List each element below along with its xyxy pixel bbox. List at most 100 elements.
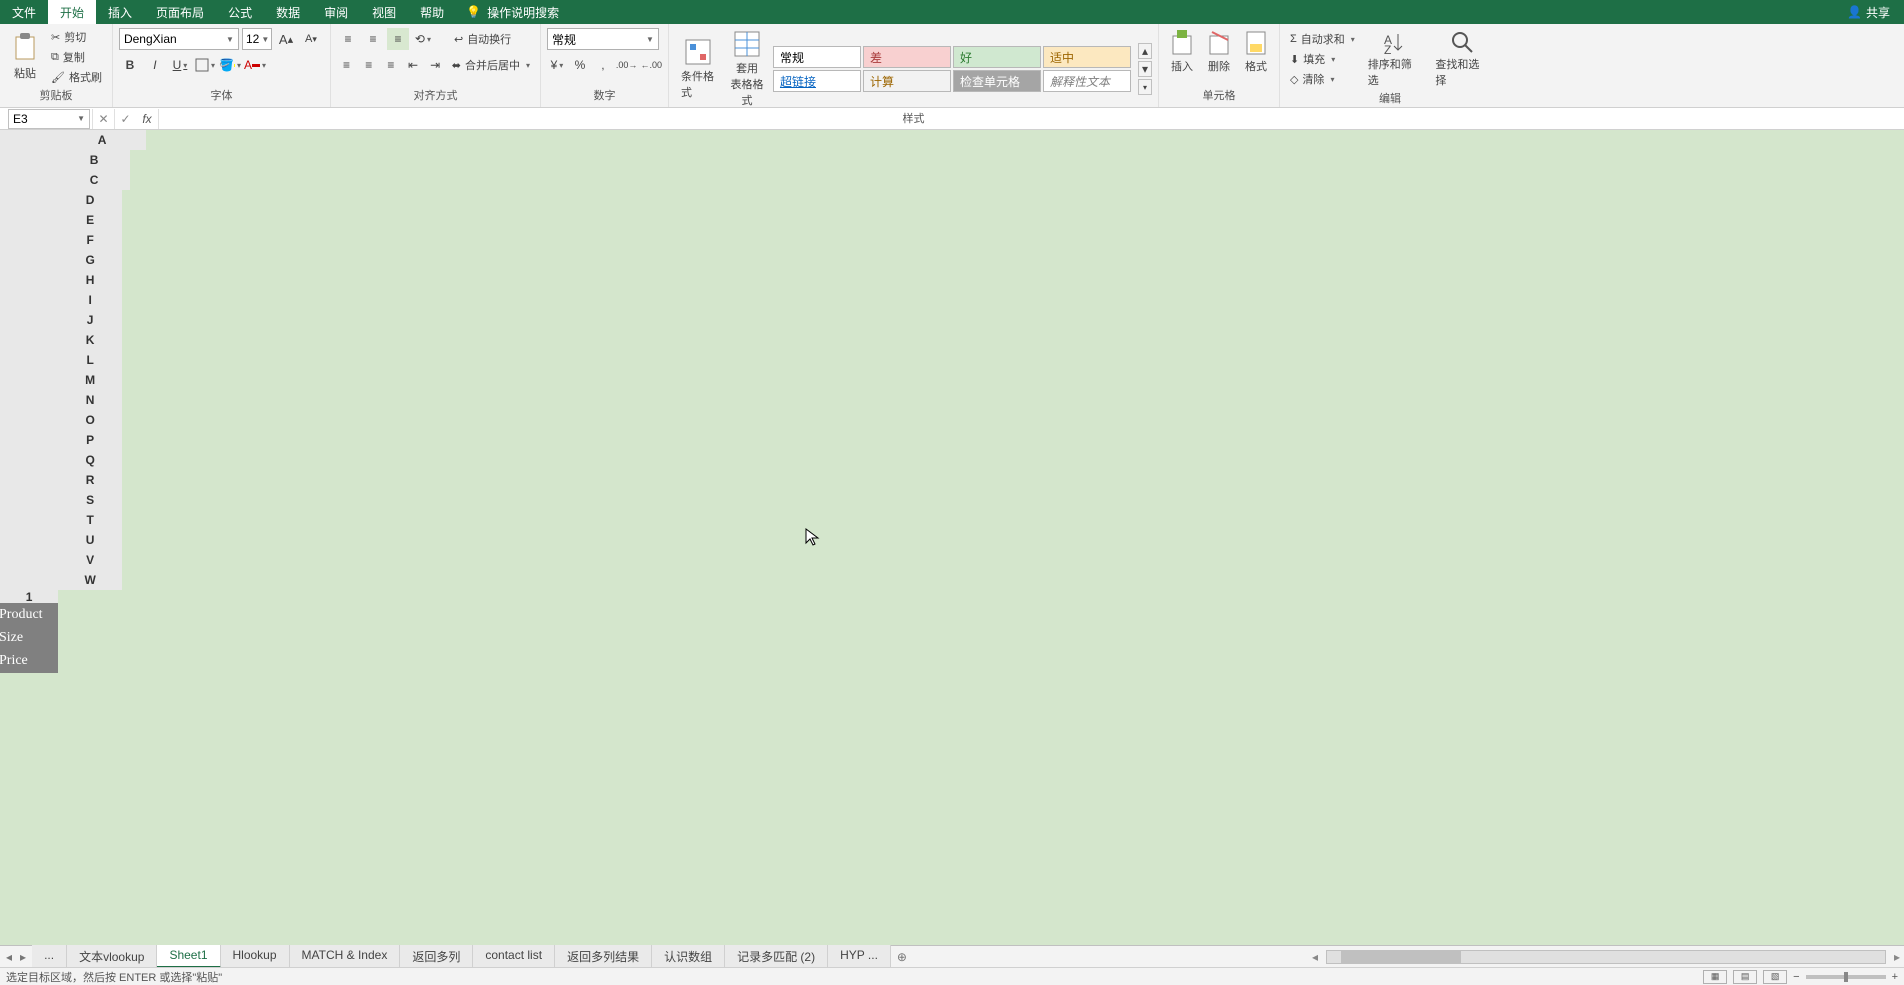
decrease-decimal-button[interactable]: ←.00: [640, 54, 662, 76]
column-header-I[interactable]: I: [58, 290, 122, 310]
cut-button[interactable]: ✂剪切: [47, 28, 106, 46]
column-header-B[interactable]: B: [58, 150, 130, 170]
menu-insert[interactable]: 插入: [96, 0, 144, 24]
column-header-V[interactable]: V: [58, 550, 122, 570]
cancel-formula-button[interactable]: ✕: [92, 109, 114, 129]
align-bottom-button[interactable]: ≡: [387, 28, 409, 50]
format-painter-button[interactable]: 🖌格式刷: [47, 68, 106, 86]
zoom-out-button[interactable]: −: [1793, 971, 1799, 983]
enter-formula-button[interactable]: ✓: [114, 109, 136, 129]
delete-cells-button[interactable]: 删除: [1202, 28, 1236, 76]
column-header-R[interactable]: R: [58, 470, 122, 490]
format-cells-button[interactable]: 格式: [1239, 28, 1273, 76]
cell-D1[interactable]: [0, 673, 58, 697]
column-header-K[interactable]: K: [58, 330, 122, 350]
view-normal-button[interactable]: ▦: [1703, 970, 1727, 984]
sort-filter-button[interactable]: AZ 排序和筛选: [1362, 28, 1427, 90]
zoom-slider[interactable]: [1806, 975, 1886, 979]
style-explanatory[interactable]: 解释性文本: [1043, 70, 1131, 92]
font-size-combo[interactable]: 12▼: [242, 28, 272, 50]
decrease-indent-button[interactable]: ⇤: [403, 54, 422, 76]
menu-data[interactable]: 数据: [264, 0, 312, 24]
orientation-button[interactable]: ⟲▾: [412, 28, 434, 50]
column-header-C[interactable]: C: [58, 170, 130, 190]
style-bad[interactable]: 差: [863, 46, 951, 68]
decrease-font-button[interactable]: A▾: [300, 28, 322, 50]
select-all-corner[interactable]: [0, 130, 58, 590]
styles-scroll-down[interactable]: ▾: [1138, 61, 1152, 77]
column-header-J[interactable]: J: [58, 310, 122, 330]
paste-button[interactable]: 粘贴: [6, 31, 44, 83]
align-top-button[interactable]: ≡: [337, 28, 359, 50]
column-header-S[interactable]: S: [58, 490, 122, 510]
autosum-button[interactable]: Σ自动求和▾: [1286, 30, 1359, 48]
insert-cells-button[interactable]: 插入: [1165, 28, 1199, 76]
sheet-tab-9[interactable]: 记录多匹配 (2): [725, 945, 828, 968]
horizontal-scrollbar[interactable]: [1326, 950, 1886, 964]
column-header-L[interactable]: L: [58, 350, 122, 370]
column-header-H[interactable]: H: [58, 270, 122, 290]
column-header-A[interactable]: A: [58, 130, 146, 150]
hscroll-left[interactable]: ◂: [1308, 950, 1322, 964]
column-header-G[interactable]: G: [58, 250, 122, 270]
clear-button[interactable]: ◇清除▾: [1286, 70, 1359, 88]
scrollbar-thumb[interactable]: [1341, 951, 1461, 963]
row-header-1[interactable]: 1: [0, 590, 58, 604]
number-format-combo[interactable]: 常规▼: [547, 28, 659, 50]
conditional-formatting-button[interactable]: 条件格式: [675, 36, 721, 102]
increase-font-button[interactable]: A▴: [275, 28, 297, 50]
column-header-D[interactable]: D: [58, 190, 122, 210]
sheet-tab-7[interactable]: 返回多列结果: [555, 945, 652, 968]
cell-E1[interactable]: [0, 697, 58, 721]
cell-A1[interactable]: Product: [0, 603, 58, 627]
sheet-tab-10[interactable]: HYP ...: [828, 945, 891, 968]
sheet-tab-0[interactable]: ...: [32, 945, 67, 968]
wrap-text-button[interactable]: ↩自动换行: [450, 30, 515, 48]
tab-nav-prev[interactable]: ▸: [20, 950, 26, 964]
style-normal[interactable]: 常规: [773, 46, 861, 68]
column-header-U[interactable]: U: [58, 530, 122, 550]
underline-button[interactable]: U▾: [169, 54, 191, 76]
column-header-Q[interactable]: Q: [58, 450, 122, 470]
copy-button[interactable]: ⧉复制: [47, 48, 106, 66]
view-pagebreak-button[interactable]: ▧: [1763, 970, 1787, 984]
align-right-button[interactable]: ≡: [381, 54, 400, 76]
bold-button[interactable]: B: [119, 54, 141, 76]
menu-pagelayout[interactable]: 页面布局: [144, 0, 216, 24]
align-left-button[interactable]: ≡: [337, 54, 356, 76]
font-name-combo[interactable]: DengXian▼: [119, 28, 239, 50]
menu-help[interactable]: 帮助: [408, 0, 456, 24]
sheet-tab-4[interactable]: MATCH & Index: [290, 945, 401, 968]
font-color-button[interactable]: A▾: [244, 54, 266, 76]
column-header-P[interactable]: P: [58, 430, 122, 450]
fill-button[interactable]: ⬇填充▾: [1286, 50, 1359, 68]
column-header-O[interactable]: O: [58, 410, 122, 430]
column-header-T[interactable]: T: [58, 510, 122, 530]
sheet-tab-8[interactable]: 认识数组: [652, 945, 725, 968]
sheet-tab-2[interactable]: Sheet1: [157, 945, 220, 968]
cell-styles-gallery[interactable]: 常规 差 好 适中 超链接 计算 检查单元格 解释性文本: [773, 46, 1131, 92]
spreadsheet-grid[interactable]: ABCDEFGHIJKLMNOPQRSTUVW1ProductSizePrice…: [0, 130, 1904, 753]
sheet-tab-5[interactable]: 返回多列: [400, 945, 473, 968]
style-check-cell[interactable]: 检查单元格: [953, 70, 1041, 92]
menu-formulas[interactable]: 公式: [216, 0, 264, 24]
style-neutral[interactable]: 适中: [1043, 46, 1131, 68]
increase-decimal-button[interactable]: .00→: [616, 54, 638, 76]
fill-color-button[interactable]: 🪣▾: [219, 54, 241, 76]
add-sheet-button[interactable]: ⊕: [891, 950, 913, 964]
cell-G1[interactable]: [0, 745, 58, 753]
fx-icon[interactable]: fx: [136, 112, 158, 126]
format-as-table-button[interactable]: 套用 表格格式: [724, 28, 770, 110]
menu-home[interactable]: 开始: [48, 0, 96, 24]
align-middle-button[interactable]: ≡: [362, 28, 384, 50]
accounting-format-button[interactable]: ¥▾: [547, 54, 567, 76]
sheet-tab-1[interactable]: 文本vlookup: [67, 945, 157, 968]
menu-review[interactable]: 审阅: [312, 0, 360, 24]
style-good[interactable]: 好: [953, 46, 1041, 68]
name-box[interactable]: E3▼: [8, 109, 90, 129]
column-header-N[interactable]: N: [58, 390, 122, 410]
tell-me-search[interactable]: 💡 操作说明搜索: [466, 4, 559, 21]
find-select-button[interactable]: 查找和选择: [1429, 28, 1494, 90]
cell-F1[interactable]: [0, 721, 58, 745]
cell-B1[interactable]: Size: [0, 626, 58, 650]
